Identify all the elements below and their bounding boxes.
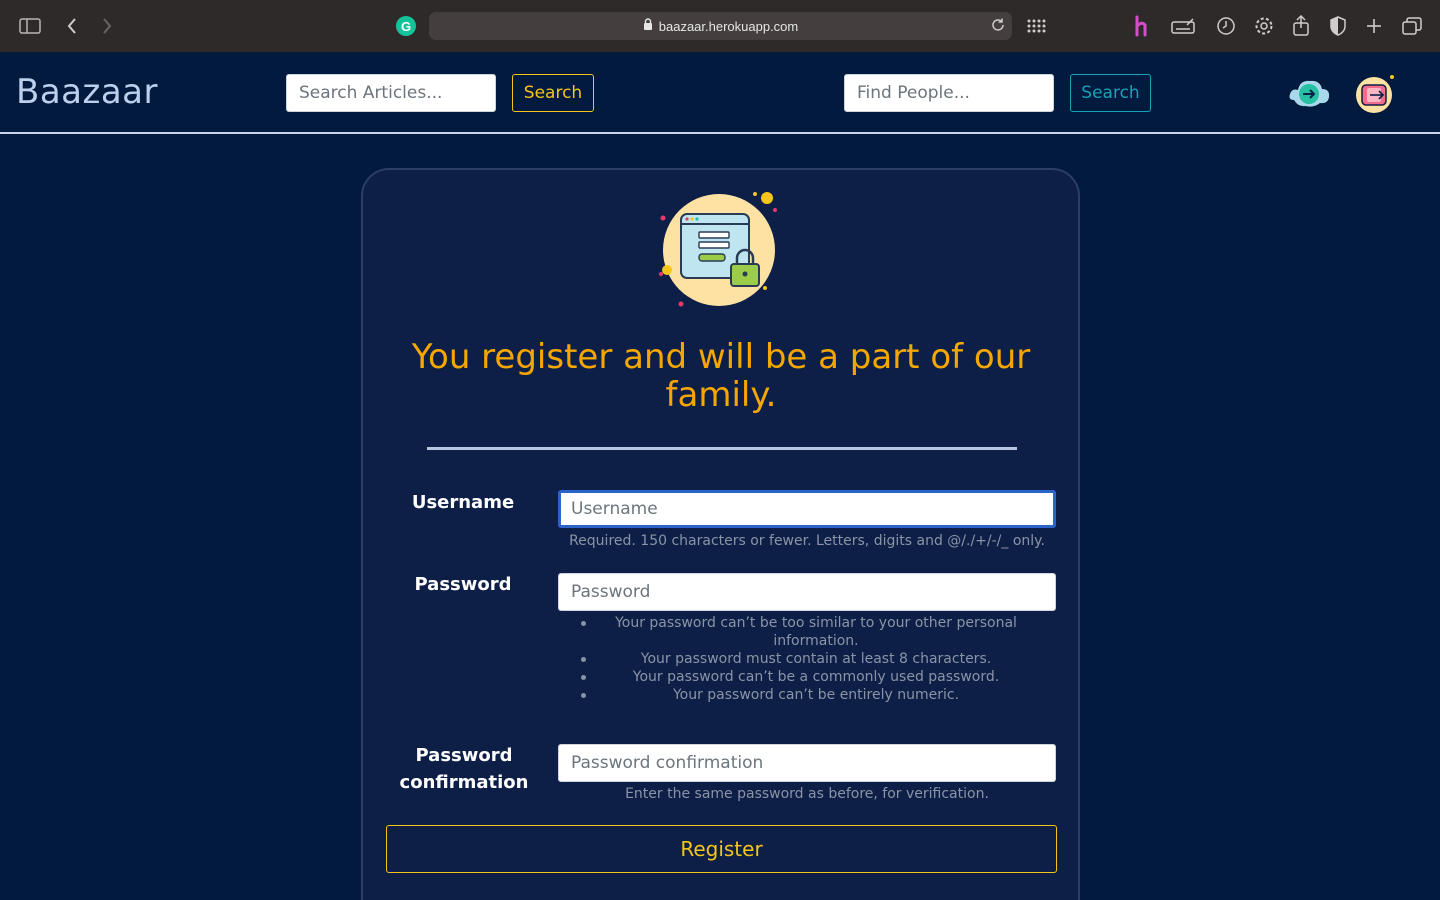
register-button[interactable]: Register <box>386 825 1057 873</box>
secure-login-illustration-icon <box>659 190 783 310</box>
register-card: You register and will be a part of our f… <box>361 168 1080 900</box>
bullet-icon <box>581 693 586 698</box>
password-input[interactable]: Password <box>558 573 1056 611</box>
password-rule: Your password must contain at least 8 ch… <box>581 650 1029 668</box>
password-rules-list: Your password can’t be too similar to yo… <box>581 614 1029 704</box>
history-icon[interactable] <box>1214 14 1238 38</box>
grid-apps-icon[interactable] <box>1024 14 1048 38</box>
bullet-icon <box>581 675 586 680</box>
people-search-input[interactable]: Find People... <box>844 74 1054 112</box>
tab-overview-icon[interactable] <box>1400 14 1424 38</box>
reload-icon[interactable] <box>990 17 1006 36</box>
keyboard-icon[interactable] <box>1171 14 1195 38</box>
login-icon[interactable] <box>1288 74 1330 114</box>
share-icon[interactable] <box>1289 14 1313 38</box>
lock-icon <box>643 18 653 34</box>
site-navbar: Baazaar Search Articles... Search Find P… <box>0 52 1440 134</box>
new-tab-plus-icon[interactable] <box>1362 14 1386 38</box>
sidebar-toggle-icon[interactable] <box>18 14 42 38</box>
url-text: baazaar.herokuapp.com <box>658 18 799 34</box>
password-confirmation-input[interactable]: Password confirmation <box>558 744 1056 782</box>
back-icon[interactable] <box>60 14 84 38</box>
password-confirmation-help-text: Enter the same password as before, for v… <box>625 786 989 802</box>
forward-icon[interactable] <box>95 14 119 38</box>
brand-logo[interactable]: Baazaar <box>16 72 158 112</box>
settings-gear-icon[interactable] <box>1252 14 1276 38</box>
register-headline: You register and will be a part of our f… <box>411 337 1031 415</box>
password-label: Password <box>414 574 512 595</box>
honey-extension-icon[interactable] <box>1130 14 1154 38</box>
article-search-button[interactable]: Search <box>512 74 594 112</box>
password-rule: Your password can’t be entirely numeric. <box>581 686 1029 704</box>
username-label: Username <box>411 492 515 513</box>
grammarly-icon[interactable]: G <box>396 16 416 36</box>
username-help-text: Required. 150 characters or fewer. Lette… <box>569 533 1045 549</box>
password-rule: Your password can’t be a commonly used p… <box>581 668 1029 686</box>
bullet-icon <box>581 621 586 626</box>
article-search-input[interactable]: Search Articles... <box>286 74 496 112</box>
browser-toolbar: G baazaar.herokuapp.com <box>0 0 1440 52</box>
address-bar[interactable]: baazaar.herokuapp.com <box>429 12 1012 40</box>
signup-icon[interactable] <box>1354 74 1394 114</box>
headline-divider <box>427 447 1017 450</box>
username-input[interactable]: Username <box>558 490 1056 528</box>
password-confirmation-label: Password confirmation <box>399 745 529 793</box>
people-search-button[interactable]: Search <box>1070 74 1151 112</box>
bullet-icon <box>581 657 586 662</box>
privacy-shield-icon[interactable] <box>1326 14 1350 38</box>
password-rule: Your password can’t be too similar to yo… <box>581 614 1029 650</box>
